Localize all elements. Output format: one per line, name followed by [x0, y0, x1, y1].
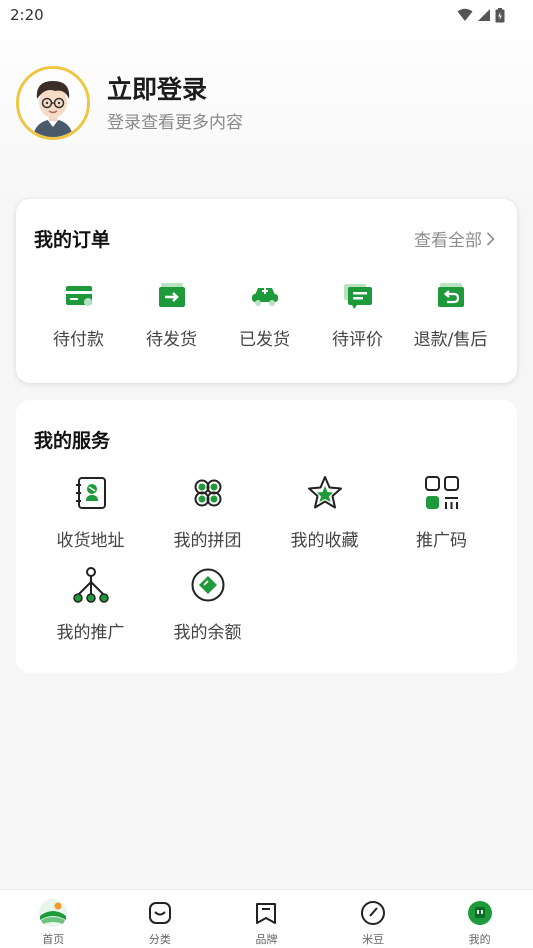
- order-item-pending-payment[interactable]: 待付款: [32, 279, 125, 350]
- review-icon: [343, 284, 372, 309]
- service-item-group-buy[interactable]: 我的拼团: [149, 474, 266, 566]
- order-label: 待评价: [332, 330, 383, 350]
- tab-label: 米豆: [362, 933, 385, 946]
- bottom-tab-bar: 首页 分类 品牌 米豆 我的: [0, 889, 533, 948]
- service-label: 我的收藏: [290, 531, 359, 551]
- signal-icon: [478, 9, 490, 21]
- order-label: 待发货: [146, 330, 197, 350]
- orders-card: 我的订单 查看全部 待付款 待发货 已发货 待评价 退款/售后: [16, 199, 517, 383]
- balance-icon: [191, 568, 224, 602]
- order-label: 已发货: [239, 330, 290, 350]
- login-subtitle: 登录查看更多内容: [107, 112, 243, 133]
- tab-home[interactable]: 首页: [0, 890, 107, 948]
- tab-beans[interactable]: 米豆: [320, 890, 427, 948]
- services-grid: 收货地址 我的拼团 我的收藏 推广码 我的推广 我的余额: [32, 474, 500, 658]
- order-item-refund[interactable]: 退款/售后: [404, 279, 497, 350]
- order-item-to-ship[interactable]: 待发货: [125, 279, 218, 350]
- service-item-promo-code[interactable]: 推广码: [383, 474, 500, 566]
- delivery-car-icon: [251, 288, 278, 306]
- category-icon: [148, 902, 171, 924]
- address-book-icon: [75, 477, 106, 509]
- ship-box-icon: [158, 283, 185, 307]
- star-icon: [307, 476, 342, 509]
- service-label: 收货地址: [56, 531, 125, 551]
- order-item-shipped[interactable]: 已发货: [218, 279, 311, 350]
- refund-icon: [437, 283, 464, 307]
- status-bar: 2:20: [0, 0, 533, 30]
- services-title: 我的服务: [34, 430, 111, 452]
- tab-category[interactable]: 分类: [107, 890, 214, 948]
- bean-icon: [361, 901, 386, 925]
- qr-code-icon: [424, 476, 459, 509]
- avatar[interactable]: [16, 66, 90, 140]
- tab-label: 我的: [468, 933, 491, 946]
- battery-icon: [495, 7, 505, 22]
- tab-label: 品牌: [255, 933, 278, 946]
- brand-icon: [256, 903, 277, 924]
- order-item-to-review[interactable]: 待评价: [311, 279, 404, 350]
- order-status-row: 待付款 待发货 已发货 待评价 退款/售后: [16, 279, 517, 350]
- service-item-balance[interactable]: 我的余额: [149, 566, 266, 658]
- order-label: 待付款: [53, 330, 104, 350]
- orders-title: 我的订单: [34, 229, 111, 251]
- service-item-address[interactable]: 收货地址: [32, 474, 149, 566]
- service-label: 我的拼团: [173, 531, 242, 551]
- login-title[interactable]: 立即登录: [107, 74, 243, 106]
- view-all-orders-link[interactable]: 查看全部: [414, 226, 495, 251]
- service-item-favorites[interactable]: 我的收藏: [266, 474, 383, 566]
- status-icons: [457, 7, 505, 23]
- wallet-card-icon: [65, 286, 92, 306]
- service-item-my-promotion[interactable]: 我的推广: [32, 566, 149, 658]
- tab-label: 首页: [42, 933, 65, 946]
- order-label: 退款/售后: [413, 330, 488, 350]
- service-label: 我的推广: [56, 623, 125, 643]
- network-tree-icon: [72, 567, 109, 603]
- chevron-right-icon: [486, 231, 495, 246]
- clover-icon: [194, 479, 221, 507]
- status-time: 2:20: [10, 6, 44, 24]
- tab-mine[interactable]: 我的: [426, 890, 533, 948]
- tab-label: 分类: [148, 933, 171, 946]
- view-all-label: 查看全部: [414, 231, 482, 251]
- service-label: 我的余额: [173, 623, 242, 643]
- avatar-face-icon: [19, 69, 87, 137]
- service-label: 推广码: [416, 531, 467, 551]
- profile-header[interactable]: 立即登录 登录查看更多内容: [16, 66, 243, 140]
- services-card: 我的服务 收货地址 我的拼团 我的收藏 推广码 我的推广 我的余额: [16, 400, 517, 673]
- profile-icon: [467, 901, 492, 925]
- wifi-icon: [457, 8, 473, 21]
- home-icon: [39, 899, 68, 927]
- tab-brand[interactable]: 品牌: [213, 890, 320, 948]
